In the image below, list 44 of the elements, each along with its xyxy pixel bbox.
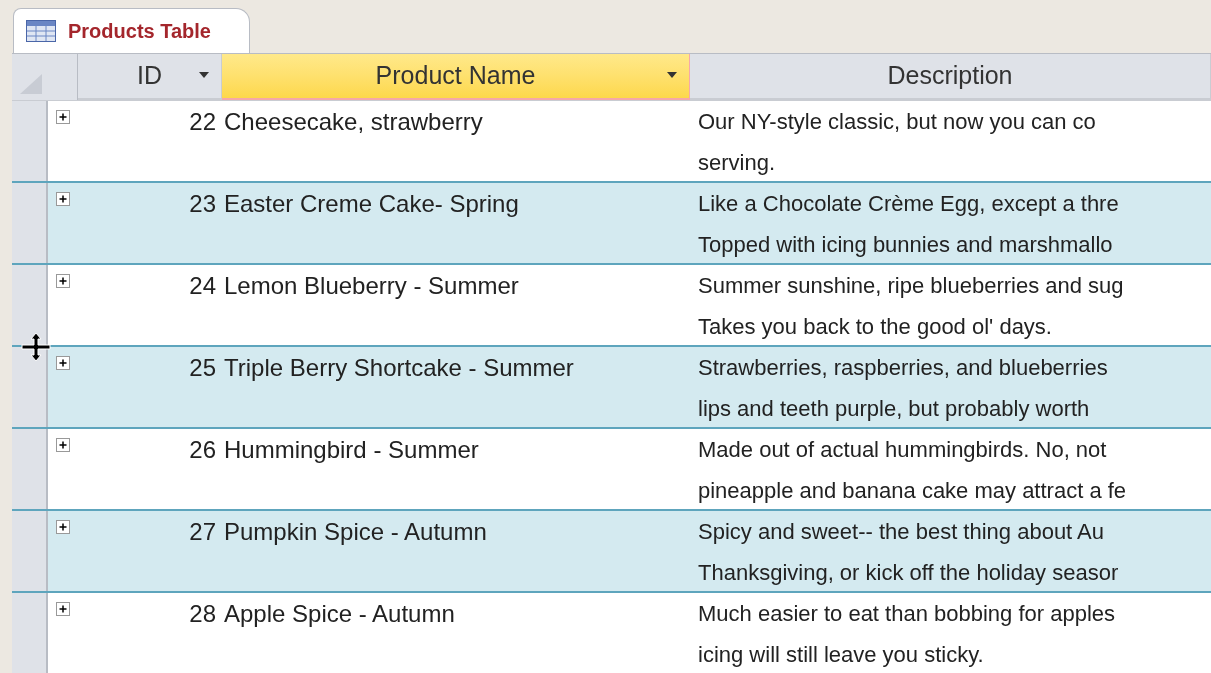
description-line: serving. [698,149,777,177]
id-cell-text: 26 [189,435,216,465]
expand-icon[interactable] [56,192,70,206]
description-line: Like a Chocolate Crème Egg, except a thre [698,190,1120,218]
description-line: icing will still leave you sticky. [698,641,985,669]
id-cell-text: 28 [189,599,216,629]
expand-icon[interactable] [56,110,70,124]
description-line: Spicy and sweet-- the best thing about Au [698,518,1106,546]
id-cell-text: 24 [189,271,216,301]
table-icon [26,20,56,42]
expand-icon[interactable] [56,438,70,452]
id-cell-text: 23 [189,189,216,219]
column-header[interactable]: ID [78,54,222,100]
expand-icon[interactable] [56,274,70,288]
product-name-cell: Triple Berry Shortcake - Summer [224,354,574,381]
product-name-cell: Easter Creme Cake- Spring [224,190,519,217]
id-cell-text: 27 [189,517,216,547]
product-name-cell: Lemon Blueberry - Summer [224,272,519,299]
expand-icon[interactable] [56,520,70,534]
description-line: pineapple and banana cake may attract a fe [698,477,1128,505]
description-line: Strawberries, raspberries, and blueberries [698,354,1109,382]
column-header[interactable]: Description [690,54,1211,100]
id-cell-text: 22 [189,107,216,137]
description-line: Takes you back to the good ol' days. [698,313,1053,341]
product-name-cell: Pumpkin Spice - Autumn [224,518,487,545]
expand-icon[interactable] [56,356,70,370]
dropdown-arrow-icon[interactable] [667,72,677,78]
description-line: Much easier to eat than bobbing for apples [698,600,1117,628]
description-line: Our NY-style classic, but now you can co [698,108,1097,136]
dropdown-arrow-icon[interactable] [199,72,209,78]
description-line: Made out of actual hummingbirds. No, not [698,436,1108,464]
product-name-cell: Hummingbird - Summer [224,436,479,463]
table-tab[interactable]: Products Table [13,8,250,53]
description-line: lips and teeth purple, but probably worth [698,395,1091,423]
row-selector[interactable] [12,347,48,427]
id-cell-text: 25 [189,353,216,383]
product-name-cell: Cheesecake, strawberry [224,108,483,135]
description-line: Thanksgiving, or kick off the holiday seasor [698,559,1120,587]
expand-icon[interactable] [56,602,70,616]
product-name-cell: Apple Spice - Autumn [224,600,455,627]
description-line: Topped with icing bunnies and marshmallo [698,231,1114,259]
description-line: Summer sunshine, ripe blueberries and sug [698,272,1125,300]
column-header[interactable]: Product Name [222,54,690,100]
tab-title: Products Table [68,19,211,44]
